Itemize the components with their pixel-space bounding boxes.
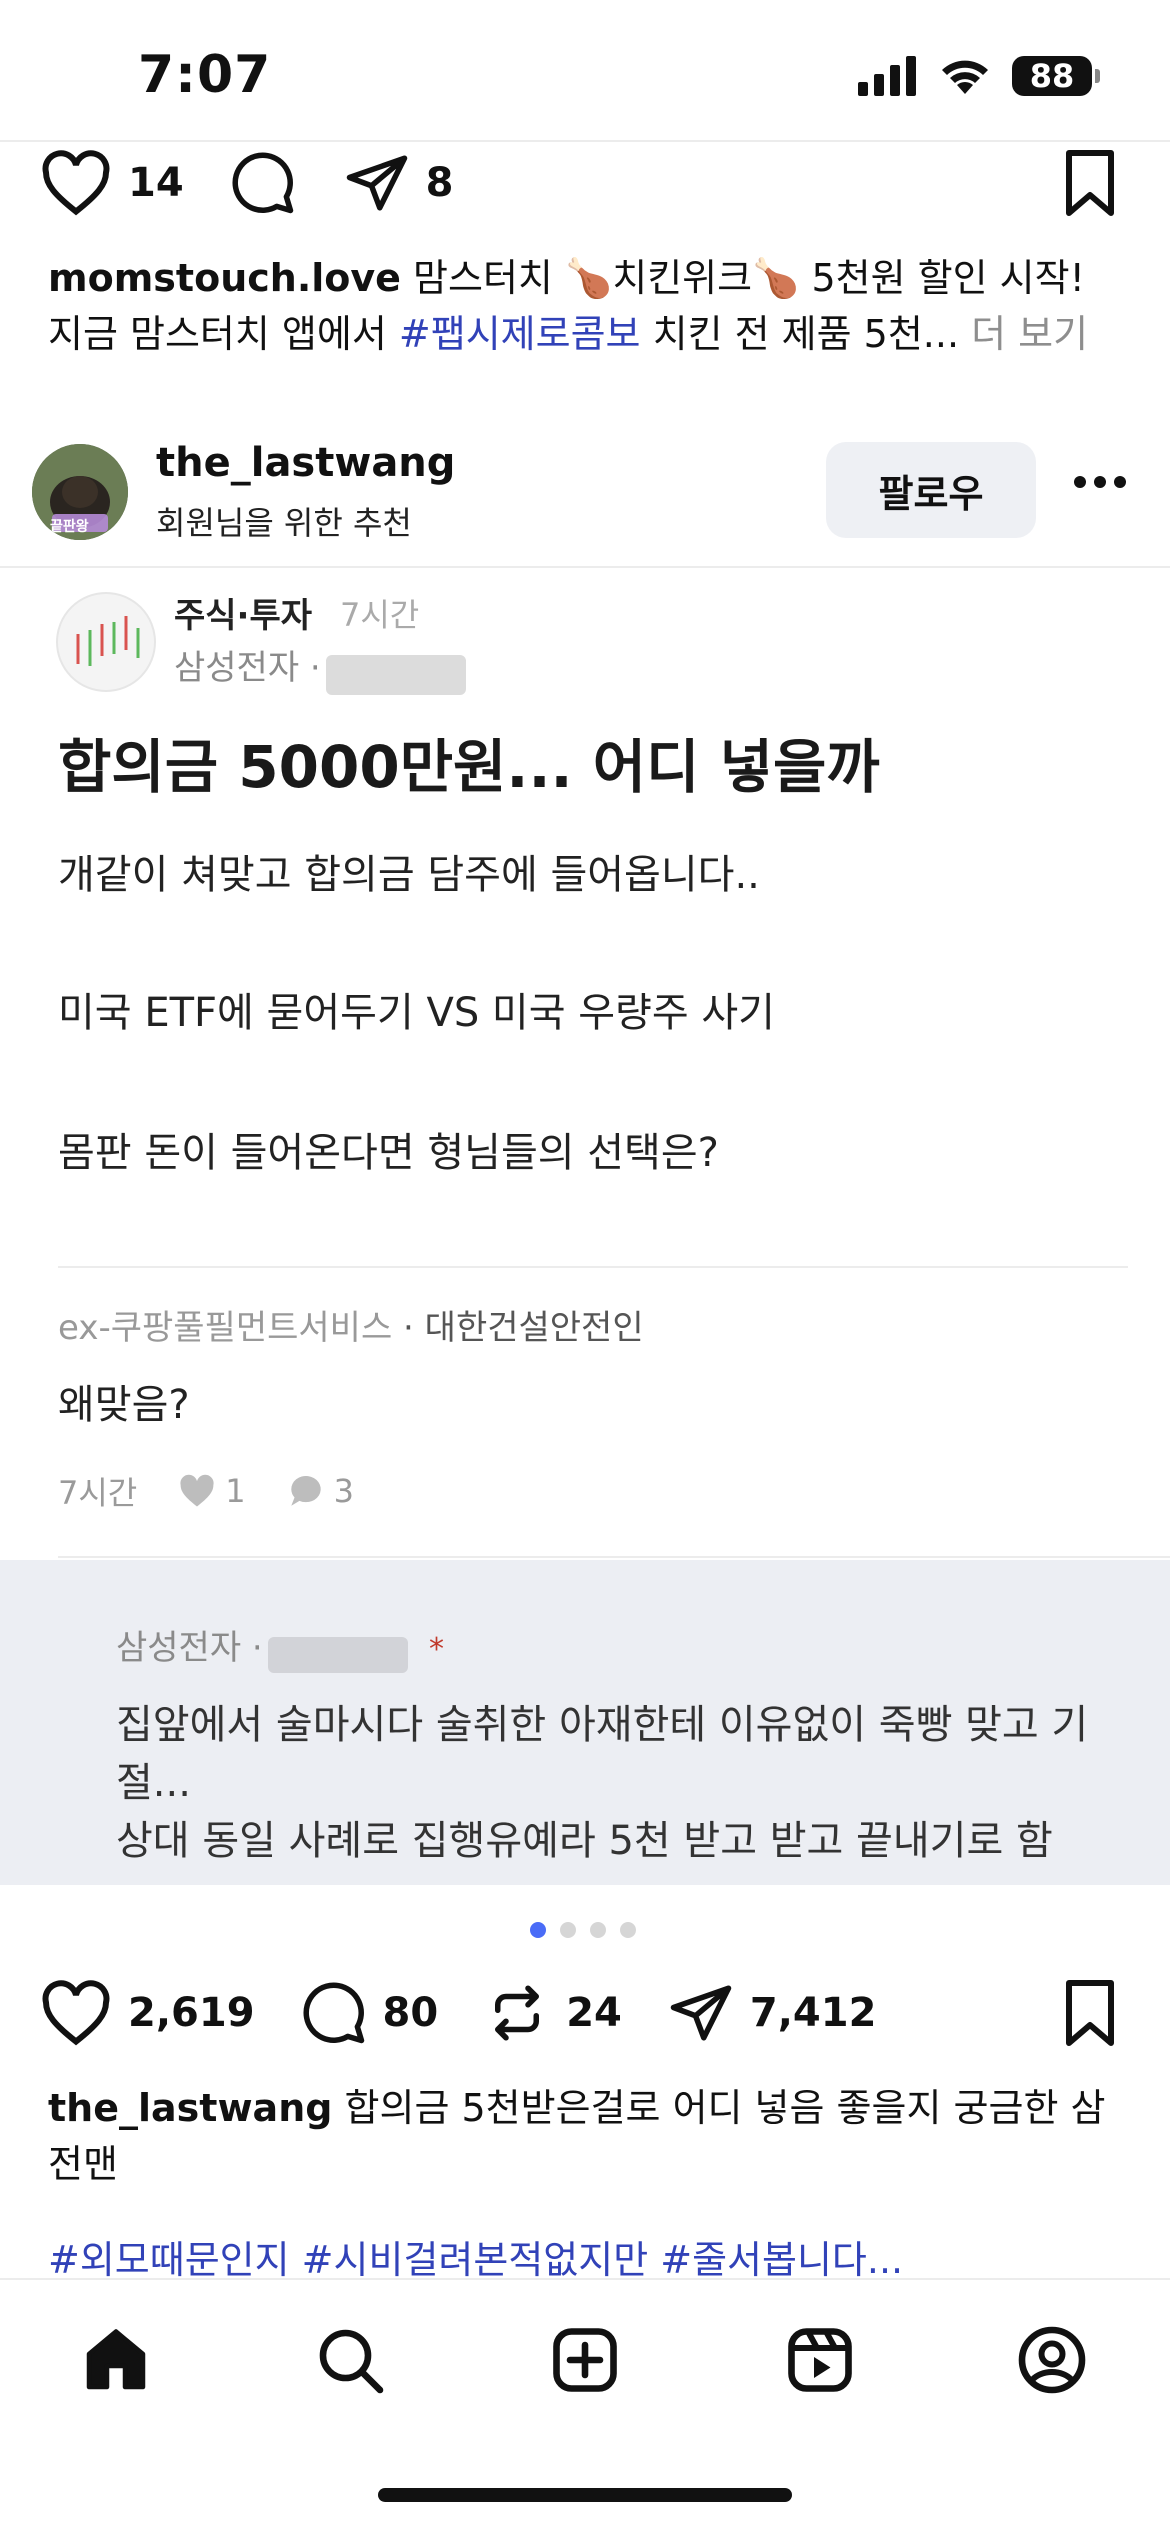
send-icon[interactable] <box>344 150 410 216</box>
more-options-icon[interactable] <box>1072 474 1128 490</box>
signal-icon <box>858 56 916 96</box>
comment-icon[interactable] <box>301 1980 367 2046</box>
card-title: 합의금 5000만원... 어디 넣을까 <box>58 733 880 801</box>
small-heart-icon <box>180 1474 214 1507</box>
post2-like-count[interactable]: 2,619 <box>128 1990 255 2036</box>
avatar-tag: 끝판왕 <box>50 519 89 535</box>
reply-line1: 집앞에서 술마시다 술취한 아재한테 이유없이 죽빵 맞고 기 <box>116 1702 1089 1748</box>
wifi-icon <box>942 60 988 94</box>
heart-icon[interactable] <box>40 150 112 216</box>
post2-repost-count[interactable]: 24 <box>566 1990 622 2036</box>
heart-icon[interactable] <box>40 1980 112 2046</box>
profile-icon[interactable] <box>1012 2320 1092 2400</box>
post2-caption-text2: 전맨 <box>48 2142 118 2186</box>
search-icon[interactable] <box>310 2320 390 2400</box>
post2-subtitle: 회원님을 위한 추천 <box>156 504 412 542</box>
post1-like-count[interactable]: 14 <box>128 160 184 206</box>
post1-caption-line2-pre: 지금 맘스터치 앱에서 <box>48 312 387 356</box>
post1-actions: 14 8 <box>40 150 500 216</box>
post1-hashtag[interactable]: #팹시제로콤보 <box>399 312 641 356</box>
battery-indicator: 88 <box>1012 56 1100 96</box>
carousel-dot <box>590 1922 606 1938</box>
divider <box>0 140 1170 142</box>
bookmark-icon[interactable] <box>1060 150 1120 216</box>
board-time: 7시간 <box>340 596 420 634</box>
reply-star: * <box>428 1632 444 1667</box>
reply-author: 삼성전자 · * <box>116 1620 444 1673</box>
small-comment-icon <box>290 1475 321 1506</box>
status-time: 7:07 <box>138 45 272 105</box>
post2-caption-text: 합의금 5천받은걸로 어디 넣음 좋을지 궁금한 삼 <box>344 2086 1106 2130</box>
blurred-name <box>325 654 466 695</box>
status-icons: 88 <box>858 56 1100 96</box>
reply-text: 집앞에서 술마시다 술취한 아재한테 이유없이 죽빵 맞고 기 절... 상대 … <box>116 1696 1088 1870</box>
post2-caption: the_lastwang 합의금 5천받은걸로 어디 넣음 좋을지 궁금한 삼 … <box>48 2080 1128 2192</box>
bookmark-icon[interactable] <box>1060 1980 1120 2046</box>
comment-like-count: 1 <box>225 1472 246 1510</box>
carousel-dot <box>530 1922 546 1938</box>
board-name: 주식·투자 <box>174 596 313 636</box>
divider <box>0 566 1170 568</box>
post1-caption: momstouch.love 맘스터치 🍗치킨위크🍗 5천원 할인 시작! 지금… <box>48 250 1128 362</box>
post2-share-count[interactable]: 7,412 <box>750 1990 877 2036</box>
reply-box: 삼성전자 · * 집앞에서 술마시다 술취한 아재한테 이유없이 죽빵 맞고 기… <box>0 1560 1170 1885</box>
post1-caption-line1: 맘스터치 🍗치킨위크🍗 5천원 할인 시작! <box>413 256 1085 300</box>
status-bar: 7:07 88 <box>0 0 1170 140</box>
follow-button[interactable]: 팔로우 <box>826 442 1036 538</box>
reply-line3: 상대 동일 사례로 집행유예라 5천 받고 받고 끝내기로 함 <box>116 1818 1053 1864</box>
post2-actions: 2,619 80 24 7,412 <box>40 1980 922 2046</box>
card-body-line1: 개같이 쳐맞고 합의금 담주에 들어옵니다.. <box>58 852 760 898</box>
send-icon[interactable] <box>668 1980 734 2046</box>
comment-meta: 7시간 1 3 <box>58 1468 354 1514</box>
post2-hashtags[interactable]: #외모때문인지 #시비걸려본적없지만 #줄서봅니다... <box>48 2232 1128 2280</box>
blurred-name <box>267 1636 408 1673</box>
more-link[interactable]: 더 보기 <box>971 312 1088 356</box>
repost-icon[interactable] <box>484 1980 550 2046</box>
comment-time: 7시간 <box>58 1474 138 1512</box>
divider <box>58 1266 1128 1268</box>
reply-company: 삼성전자 · <box>116 1628 263 1668</box>
comment-author-company: · 대한건설안전인 <box>403 1308 644 1348</box>
post1-caption-user[interactable]: momstouch.love <box>48 256 401 300</box>
avatar[interactable]: 끝판왕 <box>32 444 128 540</box>
card-body-line2: 미국 ETF에 묻어두기 VS 미국 우량주 사기 <box>58 990 775 1036</box>
author-company: 삼성전자 · <box>174 648 321 688</box>
comment-icon[interactable] <box>230 150 296 216</box>
carousel-dots <box>530 1922 636 1938</box>
comment-text: 왜맞음? <box>58 1382 190 1428</box>
author-line: 삼성전자 · <box>174 640 466 695</box>
comment-author-name: ex-쿠팡풀필먼트서비스 <box>58 1308 393 1348</box>
post2-comment-count[interactable]: 80 <box>383 1990 439 2036</box>
divider <box>58 1556 1170 1558</box>
post1-caption-line2-post: 치킨 전 제품 5천... <box>652 312 960 356</box>
home-indicator <box>378 2488 792 2502</box>
post1-share-count[interactable]: 8 <box>426 160 454 206</box>
home-icon[interactable] <box>76 2320 156 2400</box>
carousel-dot <box>560 1922 576 1938</box>
board-icon <box>56 592 156 692</box>
post2-username[interactable]: the_lastwang <box>156 440 455 486</box>
carousel-dot <box>620 1922 636 1938</box>
create-post-icon[interactable] <box>545 2320 625 2400</box>
comment-author: ex-쿠팡풀필먼트서비스 · 대한건설안전인 <box>58 1300 644 1349</box>
post2-caption-user[interactable]: the_lastwang <box>48 2086 332 2130</box>
comment-reply-count: 3 <box>333 1472 354 1510</box>
card-body-line3: 몸판 돈이 들어온다면 형님들의 선택은? <box>58 1130 719 1176</box>
reply-line2: 절... <box>116 1760 191 1806</box>
reels-icon[interactable] <box>780 2320 860 2400</box>
